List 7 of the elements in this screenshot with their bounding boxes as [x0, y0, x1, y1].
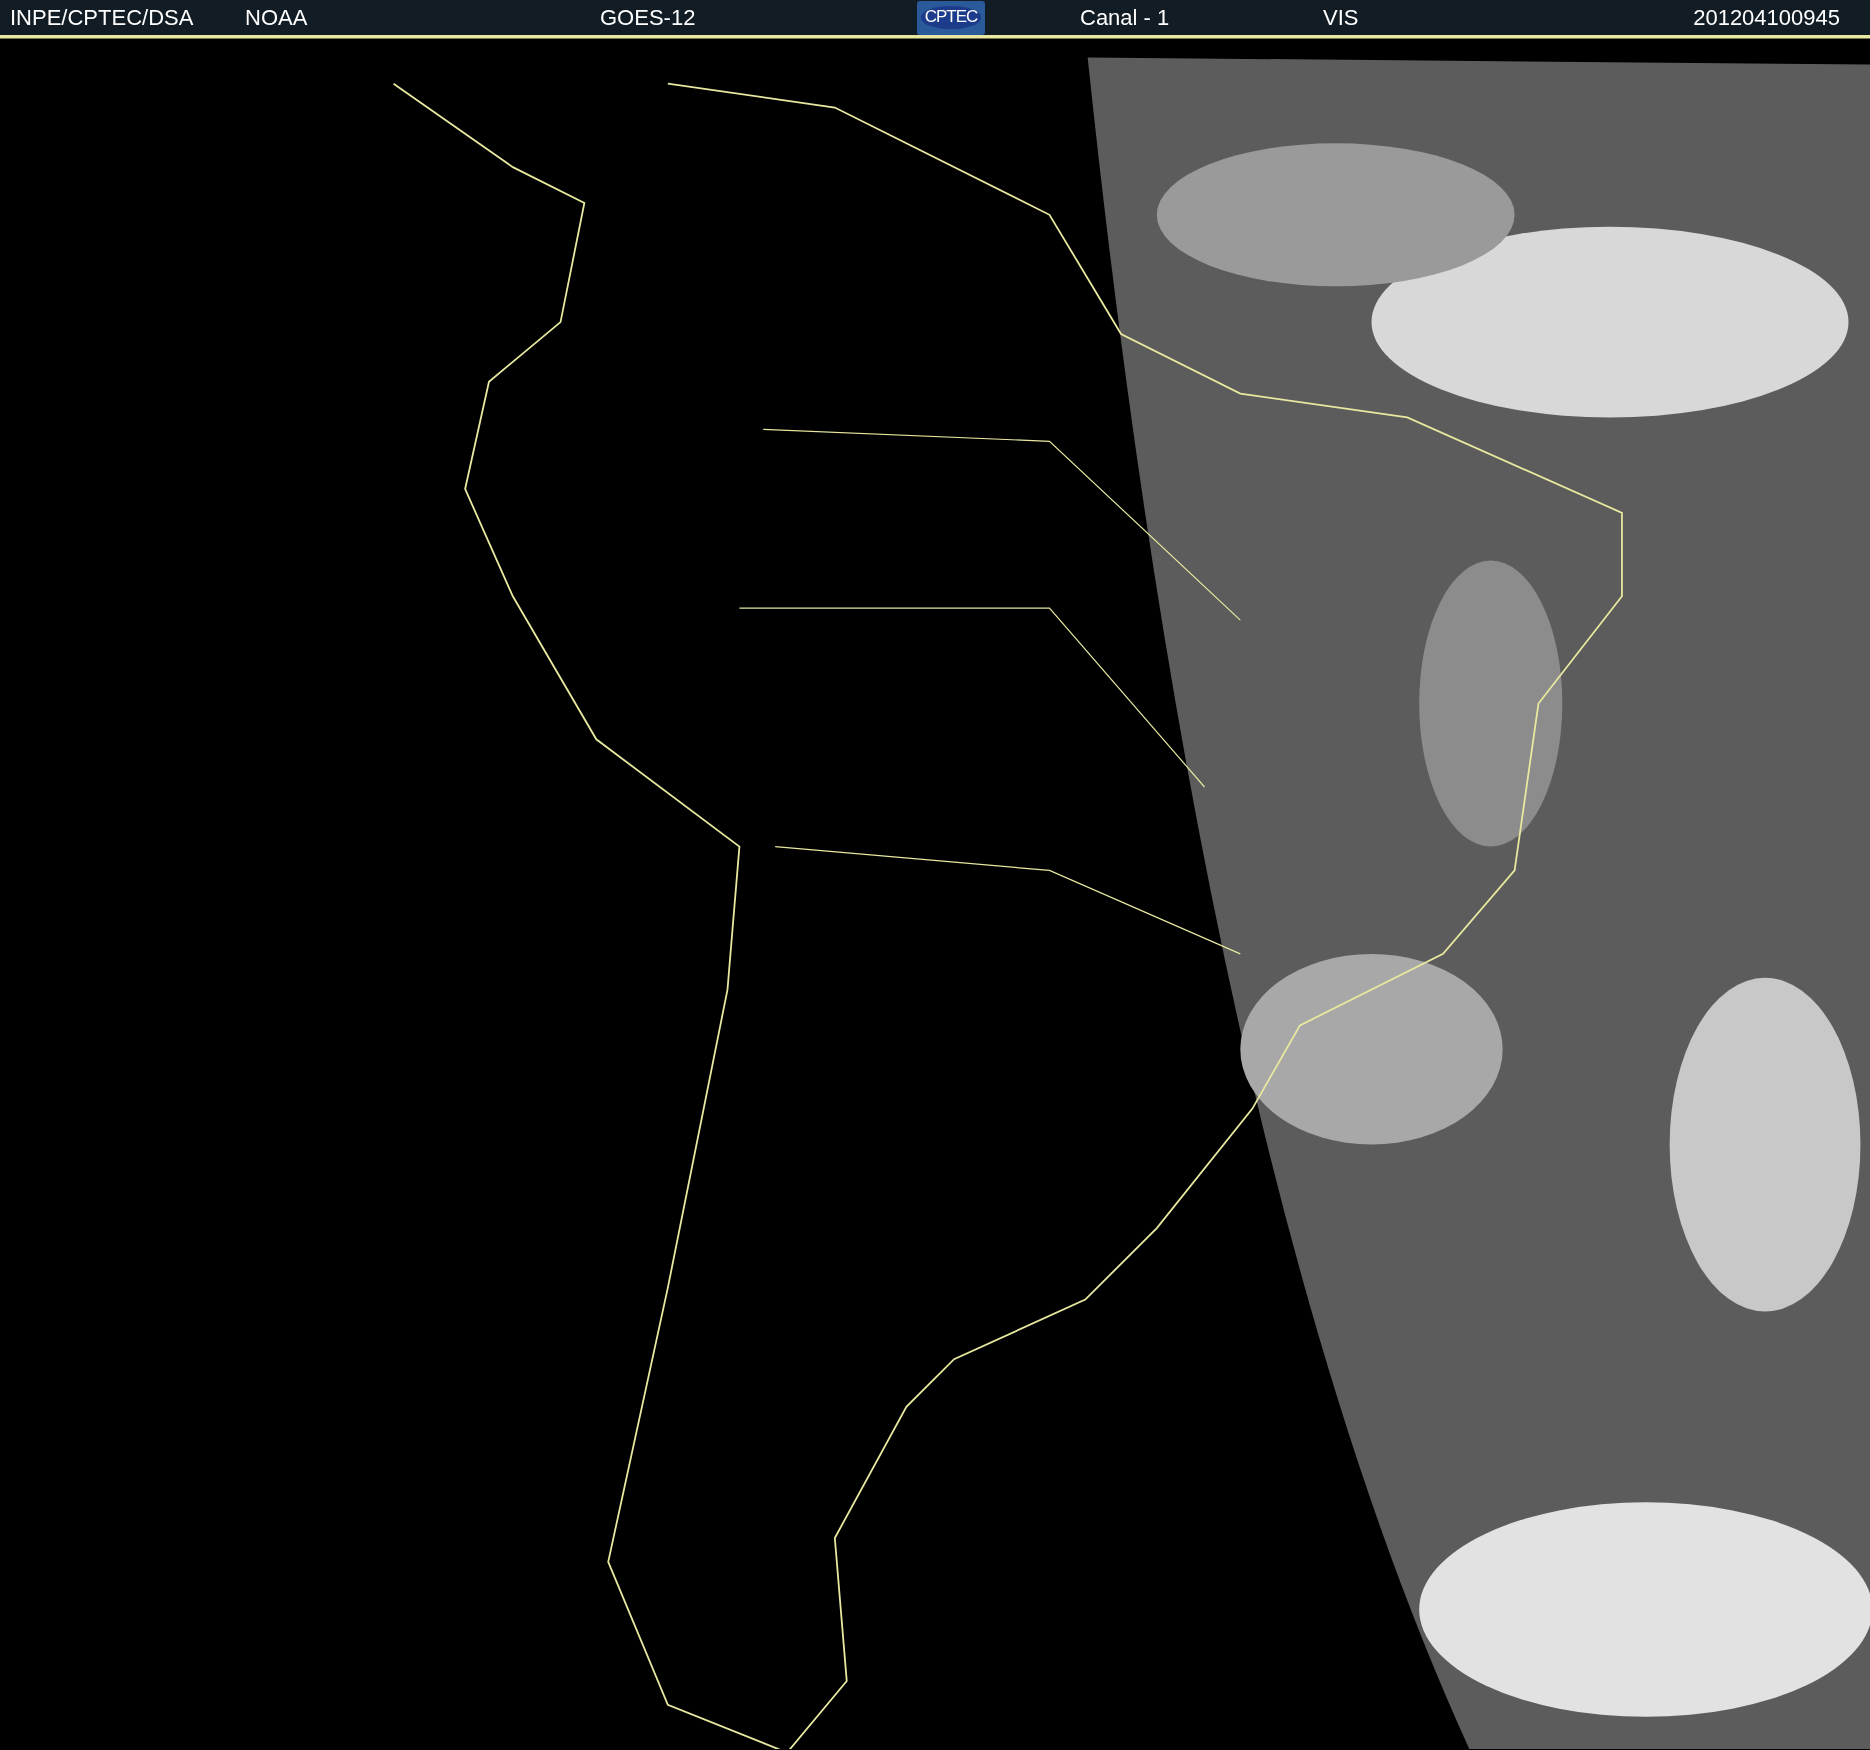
channel-label: Canal - 1 [1080, 4, 1171, 32]
satellite-label: GOES-12 [600, 4, 697, 32]
timestamp-label: 201204100945 [1693, 4, 1840, 32]
agency-label: NOAA [245, 4, 309, 32]
logo-text: CPTEC [920, 6, 982, 29]
source-label: INPE/CPTEC/DSA [10, 4, 195, 32]
band-label: VIS [1323, 4, 1360, 32]
